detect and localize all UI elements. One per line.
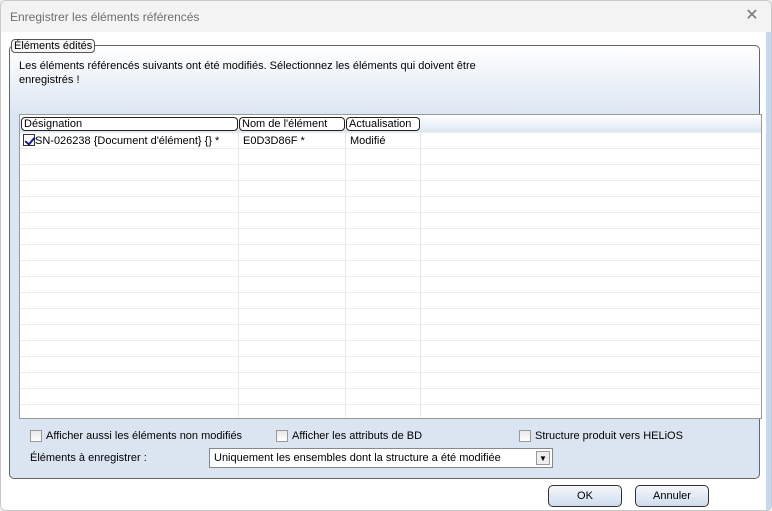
cancel-button[interactable]: Annuler: [635, 485, 709, 507]
dropdown-value: Uniquement les ensembles dont la structu…: [214, 452, 501, 464]
grid-line: [20, 388, 761, 389]
checkbox[interactable]: [30, 430, 42, 442]
grid-line: [20, 164, 761, 165]
grid-line: [20, 228, 761, 229]
row-designation: SN-026238 {Document d'élément} {} *: [35, 135, 220, 147]
grid-line: [20, 404, 761, 405]
checkbox[interactable]: [276, 430, 288, 442]
grid-line: [20, 340, 761, 341]
group-legend: Éléments édités: [11, 39, 96, 53]
elements-list[interactable]: Désignation Nom de l'élément Actualisati…: [19, 114, 762, 419]
helios-structure-checkbox[interactable]: Structure produit vers HELiOS: [519, 430, 683, 442]
close-icon[interactable]: ✕: [741, 6, 763, 26]
grid-line: [20, 372, 761, 373]
ok-button[interactable]: OK: [548, 485, 622, 507]
checkbox-label: Afficher les attributs de BD: [292, 430, 423, 442]
checkbox[interactable]: [519, 430, 531, 442]
grid-line: [20, 212, 761, 213]
title-bar: Enregistrer les éléments référencés ✕: [1, 1, 771, 32]
grid-line: [20, 324, 761, 325]
grid-line: [20, 308, 761, 309]
save-select-label: Éléments à enregistrer :: [30, 452, 147, 464]
grid-line: [20, 356, 761, 357]
row-checkbox[interactable]: [23, 134, 35, 146]
chevron-down-icon[interactable]: ▼: [536, 451, 550, 465]
grid-line: [20, 260, 761, 261]
window-title: Enregistrer les éléments référencés: [10, 10, 200, 24]
show-db-attributes-checkbox[interactable]: Afficher les attributs de BD: [276, 430, 422, 442]
checkbox-label: Afficher aussi les éléments non modifiés: [46, 430, 243, 442]
column-header-status[interactable]: Actualisation: [346, 117, 420, 131]
column-header-name[interactable]: Nom de l'élément: [239, 117, 345, 131]
grid-line: [20, 180, 761, 181]
grid-line: [20, 244, 761, 245]
intro-text: Les éléments référencés suivants ont été…: [19, 60, 476, 86]
grid-line: [20, 276, 761, 277]
checkbox-label: Structure produit vers HELiOS: [535, 430, 683, 442]
window-edge: [766, 32, 771, 510]
list-header: Désignation Nom de l'élément Actualisati…: [20, 115, 761, 132]
elements-to-save-dropdown[interactable]: Uniquement les ensembles dont la structu…: [209, 448, 553, 468]
grid-line: [20, 196, 761, 197]
grid-line: [20, 148, 761, 149]
grid-line: [20, 132, 761, 133]
table-row[interactable]: SN-026238 {Document d'élément} {} *: [23, 134, 219, 148]
grid-line: [20, 292, 761, 293]
column-header-designation[interactable]: Désignation: [21, 117, 238, 131]
row-name: E0D3D86F *: [243, 135, 305, 147]
row-status: Modifié: [350, 135, 386, 147]
show-unmodified-checkbox[interactable]: Afficher aussi les éléments non modifiés: [30, 430, 242, 442]
dialog: Enregistrer les éléments référencés ✕ Él…: [0, 0, 772, 511]
